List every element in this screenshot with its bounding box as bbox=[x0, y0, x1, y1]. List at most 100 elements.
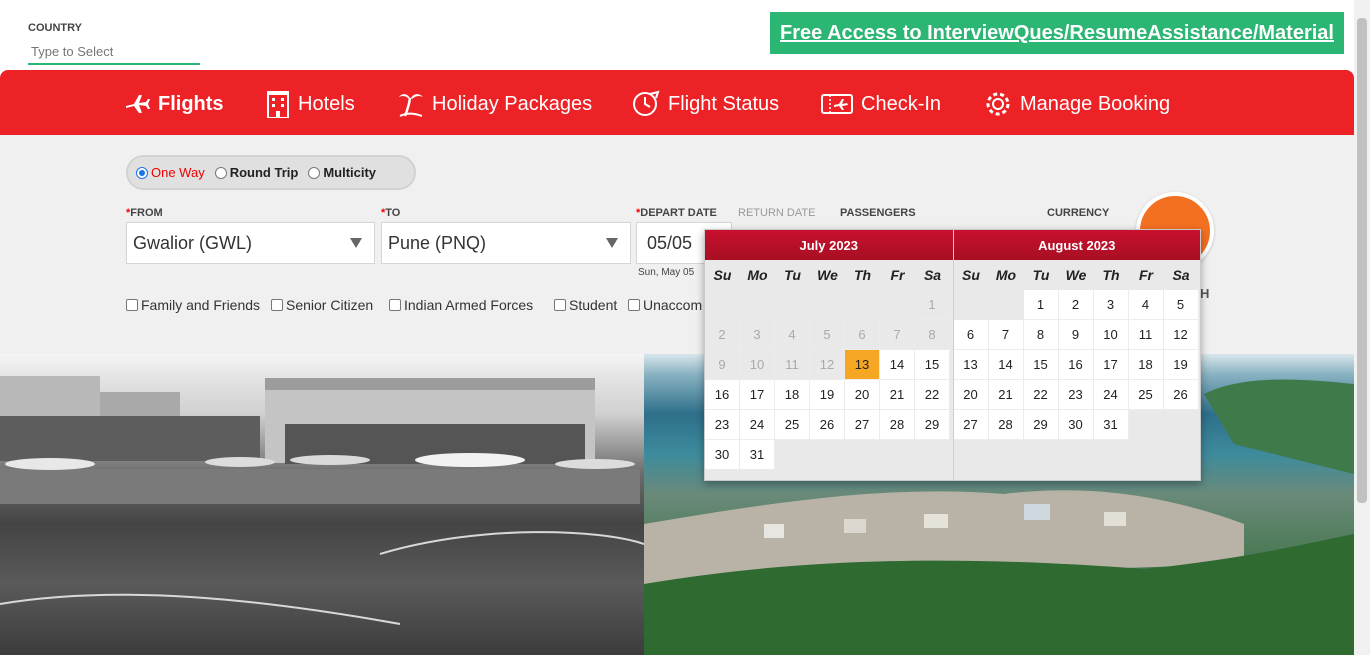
day-cell[interactable]: 2 bbox=[1058, 290, 1094, 320]
day-cell[interactable]: 20 bbox=[845, 380, 880, 410]
country-input[interactable] bbox=[28, 40, 200, 65]
day-cell[interactable]: 14 bbox=[988, 350, 1024, 380]
day-cell[interactable]: 9 bbox=[1058, 320, 1094, 350]
day-cell[interactable]: 27 bbox=[953, 410, 989, 440]
boarding-pass-icon bbox=[821, 94, 853, 114]
nav-flight-status[interactable]: Flight Status bbox=[632, 88, 779, 120]
scrollbar-thumb[interactable] bbox=[1357, 18, 1367, 503]
weekday-header: Su Mo Tu We Th Fr Sa bbox=[954, 260, 1201, 290]
day-cell[interactable]: 23 bbox=[705, 410, 740, 440]
nav-check-in[interactable]: Check-In bbox=[821, 88, 941, 120]
student-checkbox[interactable] bbox=[554, 299, 566, 311]
day-cell[interactable]: 22 bbox=[1023, 380, 1059, 410]
concession-senior[interactable]: Senior Citizen bbox=[271, 297, 373, 313]
passengers-label: PASSENGERS bbox=[840, 207, 916, 219]
day-cell[interactable]: 4 bbox=[1128, 290, 1164, 320]
from-select[interactable]: Gwalior (GWL) bbox=[126, 222, 375, 264]
depart-date-value: 05/05 bbox=[647, 232, 693, 253]
day-cell[interactable]: 11 bbox=[1128, 320, 1164, 350]
dow-label: Fr bbox=[890, 267, 905, 283]
day-cell[interactable]: 26 bbox=[1163, 380, 1199, 410]
week-row: 2345678 bbox=[705, 320, 953, 350]
day-cell[interactable]: 7 bbox=[988, 320, 1024, 350]
day-cell-disabled: 2 bbox=[705, 320, 740, 350]
day-cell[interactable]: 23 bbox=[1058, 380, 1094, 410]
family-checkbox[interactable] bbox=[126, 299, 138, 311]
day-cell[interactable]: 31 bbox=[740, 440, 775, 470]
senior-checkbox[interactable] bbox=[271, 299, 283, 311]
day-cell[interactable]: 30 bbox=[1058, 410, 1094, 440]
day-cell[interactable]: 16 bbox=[1058, 350, 1094, 380]
day-cell[interactable]: 30 bbox=[705, 440, 740, 470]
day-cell[interactable]: 24 bbox=[740, 410, 775, 440]
nav-hotels[interactable]: Hotels bbox=[266, 88, 355, 120]
day-cell[interactable]: 21 bbox=[988, 380, 1024, 410]
day-cell[interactable]: 12 bbox=[1163, 320, 1199, 350]
day-cell[interactable]: 3 bbox=[1093, 290, 1129, 320]
trip-multicity[interactable]: Multicity bbox=[308, 165, 376, 180]
day-cell[interactable]: 25 bbox=[1128, 380, 1164, 410]
day-cell[interactable]: 21 bbox=[880, 380, 915, 410]
day-cell[interactable]: 8 bbox=[1023, 320, 1059, 350]
day-cell-disabled: 1 bbox=[915, 290, 950, 320]
day-cell[interactable]: 28 bbox=[880, 410, 915, 440]
nav-manage-booking[interactable]: Manage Booking bbox=[984, 88, 1170, 120]
empty-day-cell bbox=[845, 290, 880, 320]
concession-student[interactable]: Student bbox=[554, 297, 617, 313]
concession-armed-forces[interactable]: Indian Armed Forces bbox=[389, 297, 533, 313]
dow-label: Sa bbox=[1172, 267, 1190, 283]
day-cell[interactable]: 14 bbox=[880, 350, 915, 380]
day-cell-disabled: 7 bbox=[880, 320, 915, 350]
one-way-radio[interactable] bbox=[136, 166, 148, 179]
to-select[interactable]: Pune (PNQ) bbox=[381, 222, 631, 264]
day-cell[interactable]: 1 bbox=[1023, 290, 1059, 320]
day-cell[interactable]: 22 bbox=[915, 380, 950, 410]
day-cell[interactable]: 10 bbox=[1093, 320, 1129, 350]
day-cell[interactable]: 17 bbox=[740, 380, 775, 410]
page-scrollbar[interactable] bbox=[1354, 0, 1370, 655]
multicity-radio[interactable] bbox=[308, 166, 321, 179]
nav-holiday-packages[interactable]: Holiday Packages bbox=[398, 88, 592, 120]
day-cell[interactable]: 29 bbox=[915, 410, 950, 440]
day-cell[interactable]: 18 bbox=[1128, 350, 1164, 380]
round-trip-radio[interactable] bbox=[214, 166, 227, 179]
day-cell[interactable]: 16 bbox=[705, 380, 740, 410]
unaccompanied-checkbox[interactable] bbox=[628, 299, 640, 311]
week-row: 23 24 25 26 27 28 29 bbox=[705, 410, 953, 440]
month-grid: 1 2 3 4 5 6 7 8 9 10 11 12 13 14 15 16 17 18 19 20 21 22 23 24 2… bbox=[705, 290, 953, 470]
concession-unaccompanied[interactable]: Unaccom bbox=[628, 297, 702, 313]
day-cell[interactable]: 5 bbox=[1163, 290, 1199, 320]
day-cell[interactable]: 24 bbox=[1093, 380, 1129, 410]
day-cell[interactable]: 27 bbox=[845, 410, 880, 440]
day-cell[interactable]: 19 bbox=[1163, 350, 1199, 380]
hangar-scene bbox=[0, 376, 644, 625]
concession-family[interactable]: Family and Friends bbox=[126, 297, 260, 313]
day-cell-today[interactable]: 13 bbox=[845, 350, 880, 380]
day-cell[interactable]: 13 bbox=[953, 350, 989, 380]
armed-forces-checkbox[interactable] bbox=[389, 299, 401, 311]
day-cell[interactable]: 19 bbox=[810, 380, 845, 410]
day-cell-disabled: 11 bbox=[775, 350, 810, 380]
day-cell[interactable]: 15 bbox=[1023, 350, 1059, 380]
day-cell[interactable]: 31 bbox=[1093, 410, 1129, 440]
day-cell[interactable]: 17 bbox=[1093, 350, 1129, 380]
day-cell[interactable]: 18 bbox=[775, 380, 810, 410]
to-value: Pune (PNQ) bbox=[388, 232, 487, 253]
free-access-link[interactable]: Free Access to InterviewQues/ResumeAssis… bbox=[770, 12, 1344, 54]
day-cell[interactable]: 25 bbox=[775, 410, 810, 440]
day-cell-disabled: 8 bbox=[915, 320, 950, 350]
day-cell[interactable]: 29 bbox=[1023, 410, 1059, 440]
day-cell[interactable]: 6 bbox=[953, 320, 989, 350]
week-row: 1 bbox=[705, 290, 953, 320]
chevron-down-icon bbox=[350, 238, 362, 248]
day-cell[interactable]: 26 bbox=[810, 410, 845, 440]
dow-label: We bbox=[1065, 267, 1087, 283]
day-cell[interactable]: 15 bbox=[915, 350, 950, 380]
week-row: 6 7 8 9 10 11 12 bbox=[953, 320, 1201, 350]
day-cell[interactable]: 20 bbox=[953, 380, 989, 410]
trip-one-way[interactable]: One Way bbox=[136, 165, 205, 180]
day-cell[interactable]: 28 bbox=[988, 410, 1024, 440]
nav-flights[interactable]: Flights bbox=[124, 88, 224, 120]
to-label: *TO bbox=[381, 207, 401, 219]
trip-round-trip[interactable]: Round Trip bbox=[214, 165, 298, 180]
